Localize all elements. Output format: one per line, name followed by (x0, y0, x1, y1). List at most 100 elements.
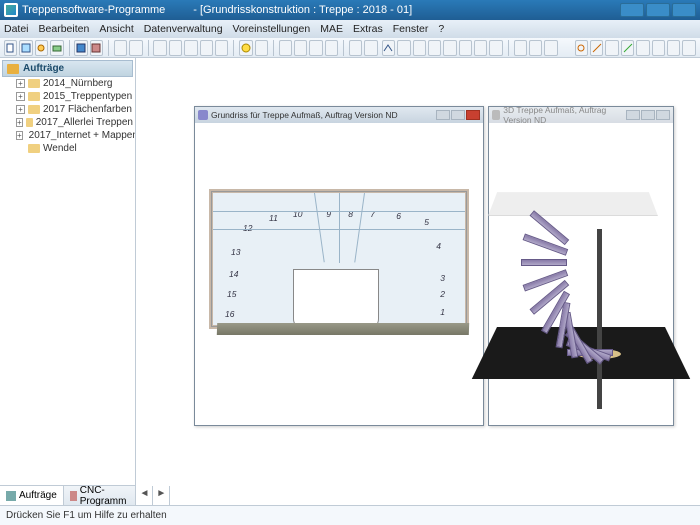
handrail (217, 323, 469, 335)
tool-icon[interactable] (153, 40, 166, 56)
view-icon[interactable] (443, 40, 456, 56)
menu-window[interactable]: Fenster (393, 23, 429, 35)
folder-icon (28, 92, 40, 101)
maximize-button[interactable] (646, 3, 670, 17)
menu-view[interactable]: Ansicht (99, 23, 133, 35)
draw-icon[interactable] (575, 40, 588, 56)
view-icon[interactable] (382, 40, 395, 56)
help-icon[interactable] (239, 40, 252, 56)
tool-icon[interactable] (19, 40, 32, 56)
view-icon[interactable] (459, 40, 472, 56)
draw-icon[interactable] (621, 40, 634, 56)
tool-icon[interactable] (325, 40, 338, 56)
tree-label: 2017_Internet + Mappen (29, 130, 135, 141)
app-icon (4, 3, 18, 17)
tool-icon[interactable] (50, 40, 63, 56)
stairwell-opening (293, 269, 379, 329)
max-icon[interactable] (641, 110, 655, 120)
3d-window-titlebar[interactable]: 3D Treppe Aufmaß, Auftrag Version ND (489, 107, 673, 123)
tool-icon[interactable] (215, 40, 228, 56)
tree-item[interactable]: +2014_Nürnberg (2, 77, 133, 90)
tab-next-icon[interactable]: ► (153, 486, 170, 505)
tree-root-label: Aufträge (23, 63, 64, 74)
view-icon[interactable] (474, 40, 487, 56)
minimize-button[interactable] (620, 3, 644, 17)
tool-icon[interactable] (255, 40, 268, 56)
draw-icon[interactable] (682, 40, 695, 56)
draw-icon[interactable] (652, 40, 665, 56)
3d-window[interactable]: 3D Treppe Aufmaß, Auftrag Version ND (488, 106, 674, 426)
menu-file[interactable]: Datei (4, 23, 29, 35)
tree-item[interactable]: Wendel (2, 142, 133, 155)
menu-prefs[interactable]: Voreinstellungen (233, 23, 311, 35)
view-icon[interactable] (544, 40, 557, 56)
tree-root[interactable]: Aufträge (2, 60, 133, 77)
tool-icon[interactable] (129, 40, 142, 56)
step-number: 16 (225, 309, 234, 319)
tool-icon[interactable] (309, 40, 322, 56)
tree-item[interactable]: +2017_Allerlei Treppen (2, 116, 133, 129)
new-icon[interactable] (4, 40, 17, 56)
plan-window-titlebar[interactable]: Grundriss für Treppe Aufmaß, Auftrag Ver… (195, 107, 483, 123)
draw-icon[interactable] (636, 40, 649, 56)
menu-data[interactable]: Datenverwaltung (144, 23, 223, 35)
draw-icon[interactable] (590, 40, 603, 56)
menu-mae[interactable]: MAE (320, 23, 343, 35)
tool-icon[interactable] (35, 40, 48, 56)
save-icon[interactable] (74, 40, 87, 56)
tree-item[interactable]: +2015_Treppentypen (2, 90, 133, 103)
folder-icon (26, 118, 33, 127)
draw-icon[interactable] (667, 40, 680, 56)
tab-cnc[interactable]: CNC-Programm (64, 486, 137, 505)
tool-icon[interactable] (114, 40, 127, 56)
plan-window[interactable]: Grundriss für Treppe Aufmaß, Auftrag Ver… (194, 106, 484, 426)
folder-icon (7, 64, 19, 74)
tree-label: 2014_Nürnberg (43, 78, 113, 89)
min-icon[interactable] (626, 110, 640, 120)
view-icon[interactable] (529, 40, 542, 56)
expand-icon[interactable]: + (16, 79, 25, 88)
step-number: 3 (440, 273, 445, 283)
view-icon[interactable] (514, 40, 527, 56)
menu-help[interactable]: ? (438, 23, 444, 35)
tool-icon[interactable] (294, 40, 307, 56)
tool-icon[interactable] (349, 40, 362, 56)
step-number: 2 (440, 289, 445, 299)
stair-outline: 1 2 3 4 5 6 7 8 9 10 11 12 13 14 (209, 189, 469, 329)
step-number: 1 (440, 307, 445, 317)
view-icon[interactable] (428, 40, 441, 56)
close-icon[interactable] (656, 110, 670, 120)
tool-icon[interactable] (90, 40, 103, 56)
view-icon[interactable] (489, 40, 502, 56)
mdi-canvas[interactable]: Grundriss für Treppe Aufmaß, Auftrag Ver… (136, 58, 700, 505)
menu-extras[interactable]: Extras (353, 23, 383, 35)
expand-icon[interactable]: + (16, 105, 25, 114)
expand-icon[interactable]: + (16, 92, 25, 101)
close-icon[interactable] (466, 110, 480, 120)
view-icon[interactable] (413, 40, 426, 56)
tool-icon[interactable] (184, 40, 197, 56)
step-number: 6 (396, 211, 401, 221)
tree-label: Wendel (43, 143, 77, 154)
tab-prev-icon[interactable]: ◄ (136, 486, 153, 505)
expand-icon[interactable]: + (16, 131, 23, 140)
close-button[interactable] (672, 3, 696, 17)
tree-item[interactable]: +2017_Internet + Mappen (2, 129, 133, 142)
plan-viewport[interactable]: 1 2 3 4 5 6 7 8 9 10 11 12 13 14 (195, 123, 483, 425)
step-number: 14 (229, 269, 238, 279)
tool-icon[interactable] (364, 40, 377, 56)
expand-icon[interactable]: + (16, 118, 23, 127)
status-bar: Drücken Sie F1 um Hilfe zu erhalten (0, 505, 700, 525)
tool-icon[interactable] (200, 40, 213, 56)
tool-icon[interactable] (169, 40, 182, 56)
tool-icon[interactable] (279, 40, 292, 56)
tree-label: 2015_Treppentypen (43, 91, 132, 102)
min-icon[interactable] (436, 110, 450, 120)
draw-icon[interactable] (605, 40, 618, 56)
tree-item[interactable]: +2017 Flächenfarben (2, 103, 133, 116)
menu-edit[interactable]: Bearbeiten (39, 23, 90, 35)
max-icon[interactable] (451, 110, 465, 120)
3d-viewport[interactable] (489, 123, 673, 425)
view-icon[interactable] (397, 40, 410, 56)
tab-orders[interactable]: Aufträge (0, 486, 64, 505)
